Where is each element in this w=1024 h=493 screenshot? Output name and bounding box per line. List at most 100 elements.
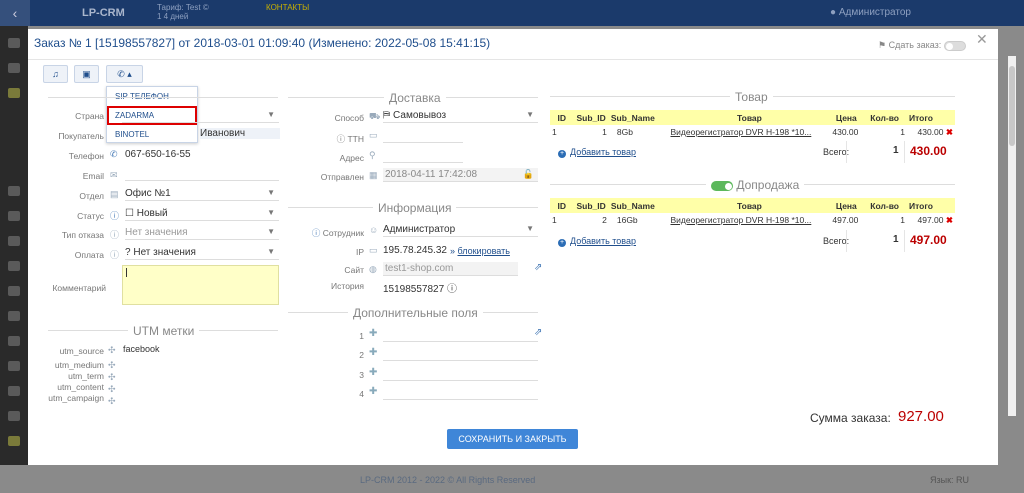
delete-icon[interactable]: ✖ xyxy=(946,215,953,225)
history-label: История xyxy=(331,281,364,291)
product-link[interactable]: Видеорегистратор DVR H-198 *10... xyxy=(668,125,830,139)
delete-icon[interactable]: ✖ xyxy=(946,127,953,137)
folder-icon[interactable] xyxy=(8,436,20,446)
komment-label: Комментарий xyxy=(52,283,106,293)
sdat-zakaz: ⚑ Сдать заказ: xyxy=(878,40,966,51)
doprodazha-total: 497.00 xyxy=(910,233,947,247)
tip-label: Тип отказа xyxy=(61,230,104,240)
utm-campaign-label: utm_campaign xyxy=(48,393,104,403)
otpravlen-field[interactable]: 2018-04-11 17:42:08 🔓 xyxy=(383,168,538,182)
dop-section: Дополнительные поля xyxy=(288,306,538,320)
money-icon[interactable] xyxy=(8,286,20,296)
telefon-field[interactable]: 067-650-16-55 xyxy=(125,149,191,160)
ttn-label: ⓘ ТТН xyxy=(336,134,364,144)
back-arrow-icon[interactable]: ‹ xyxy=(0,0,30,26)
plus-icon[interactable]: ✚ xyxy=(369,386,377,397)
external-link-icon[interactable]: ⇗ xyxy=(534,262,542,273)
gear-icon[interactable] xyxy=(8,336,20,346)
chart-icon[interactable] xyxy=(8,311,20,321)
otdel-label: Отдел xyxy=(79,191,104,201)
scrollbar[interactable] xyxy=(1008,56,1016,416)
add-product-link[interactable]: + Добавить товар xyxy=(558,236,636,247)
app-logo: LP-CRM xyxy=(82,7,125,19)
add-product-link[interactable]: + Добавить товар xyxy=(558,147,636,158)
block-link[interactable]: » блокировать xyxy=(450,246,510,256)
dop-1-field[interactable] xyxy=(383,328,538,342)
divider xyxy=(846,141,847,163)
site-label: Сайт xyxy=(344,265,364,275)
site-field[interactable]: test1-shop.com xyxy=(383,262,518,276)
calendar-icon: ▦ xyxy=(369,170,378,180)
otdel-select[interactable]: Офис №1 ▼ xyxy=(125,187,279,201)
plus-icon[interactable]: ✚ xyxy=(369,328,377,339)
adres-field[interactable] xyxy=(383,149,463,163)
col-itogo: Итого xyxy=(907,110,955,125)
scrollbar-thumb[interactable] xyxy=(1009,66,1015,146)
products-icon[interactable] xyxy=(8,88,20,98)
save-and-close-button[interactable]: СОХРАНИТЬ И ЗАКРЫТЬ xyxy=(447,429,578,449)
product-link[interactable]: Видеорегистратор DVR H-198 *10... xyxy=(668,213,830,227)
email-field[interactable] xyxy=(125,167,279,181)
utm-source-label: utm_source xyxy=(59,346,104,356)
plus-icon[interactable]: ✚ xyxy=(369,367,377,378)
tip-select[interactable]: Нет значения ▼ xyxy=(125,226,279,240)
summa-value: 927.00 xyxy=(898,408,944,425)
tip-value: Нет значения xyxy=(125,227,188,238)
users-icon[interactable] xyxy=(8,186,20,196)
close-icon[interactable]: ✕ xyxy=(976,31,988,48)
cell-subname: 8Gb xyxy=(616,127,633,137)
stats-icon[interactable] xyxy=(8,236,20,246)
sms-button[interactable]: ▣ xyxy=(74,65,99,83)
plus-icon[interactable]: ✣ xyxy=(108,345,116,356)
info-icon[interactable] xyxy=(8,411,20,421)
ttn-field[interactable] xyxy=(383,129,463,143)
text-cursor xyxy=(126,268,127,277)
col-kol: Кол-во xyxy=(862,198,908,213)
language-switch[interactable]: Язык: RU xyxy=(930,475,969,485)
admin-menu[interactable]: ● Администратор xyxy=(830,7,911,18)
dropdown-item-binotel[interactable]: BINOTEL xyxy=(107,125,197,144)
tools-icon[interactable] xyxy=(8,261,20,271)
strana-select[interactable]: ▼ xyxy=(122,109,279,123)
sdat-toggle[interactable] xyxy=(943,40,966,51)
cell-itogo: 430.00 ✖ xyxy=(917,126,954,137)
caret-down-icon: ▼ xyxy=(526,110,534,119)
comment-textarea[interactable] xyxy=(122,265,279,305)
utm-section: UTM метки xyxy=(48,324,278,338)
doprodazha-toggle[interactable] xyxy=(711,180,733,191)
dop-4-field[interactable] xyxy=(383,386,538,400)
phone-icon: ✆ xyxy=(110,149,118,159)
sposob-select[interactable]: ⛿ Самовывоз ▼ xyxy=(383,109,538,123)
promo-link[interactable]: КОНТАКТЫ xyxy=(266,3,309,12)
plus-icon[interactable]: ✣ xyxy=(108,360,116,371)
dop-2-field[interactable] xyxy=(383,347,538,361)
oplata-select[interactable]: ? Нет значения ▼ xyxy=(125,246,279,260)
reports-icon[interactable] xyxy=(8,211,20,221)
otdel-value: Офис №1 xyxy=(125,188,171,199)
plus-icon[interactable]: ✣ xyxy=(108,372,116,383)
plus-icon[interactable]: ✣ xyxy=(108,384,116,395)
plus-icon[interactable]: ✣ xyxy=(108,396,116,407)
help-icon[interactable] xyxy=(8,386,20,396)
history-value[interactable]: 15198557827 ⓘ xyxy=(383,280,457,295)
cell-kol[interactable]: 1 xyxy=(862,213,907,227)
plus-icon[interactable]: ✚ xyxy=(369,347,377,358)
bell-button[interactable]: ♫ xyxy=(43,65,68,83)
strana-label: Страна xyxy=(75,111,104,121)
doprodazha-title: Допродажа xyxy=(706,178,805,192)
cell-kol[interactable]: 1 xyxy=(862,125,907,139)
orders-icon[interactable] xyxy=(8,63,20,73)
map-marker-icon: ⚲ xyxy=(369,150,376,160)
status-value: ☐ Новый xyxy=(125,208,168,219)
envelope-icon: ✉ xyxy=(110,170,118,180)
cell-itogo: 497.00 ✖ xyxy=(917,214,954,225)
dashboard-icon[interactable] xyxy=(8,38,20,48)
sotrudnik-select[interactable]: Администратор ▼ xyxy=(383,223,538,237)
call-button[interactable]: ✆ ▴ xyxy=(106,65,143,83)
lock-icon[interactable]: 🔓 xyxy=(523,169,534,180)
otpravlen-value: 2018-04-11 17:42:08 xyxy=(385,169,478,180)
bell-icon[interactable] xyxy=(8,361,20,371)
dop-3-field[interactable] xyxy=(383,367,538,381)
status-select[interactable]: ☐ Новый ▼ xyxy=(125,207,279,221)
col-id: ID xyxy=(550,198,574,213)
